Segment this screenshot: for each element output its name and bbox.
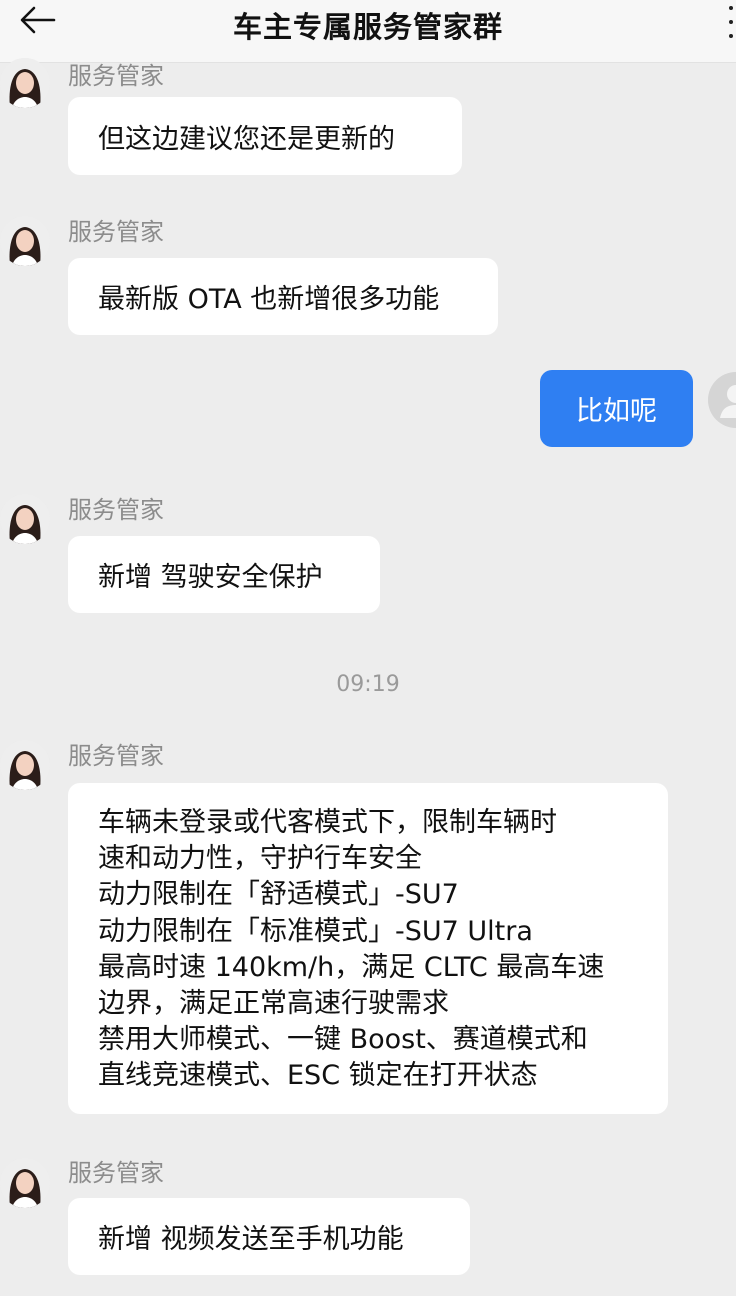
more-vertical-icon[interactable]	[726, 6, 736, 38]
message-line: 禁用大师模式、一键 Boost、赛道模式和	[98, 1024, 588, 1056]
sender-name: 服务管家	[68, 218, 164, 246]
chat-title: 车主专属服务管家群	[232, 10, 503, 44]
timestamp: 09:19	[336, 672, 400, 697]
sender-name: 服务管家	[68, 742, 164, 770]
message-line: 动力限制在「标准模式」-SU7 Ultra	[98, 915, 533, 947]
message-bubble[interactable]: 最新版 OTA 也新增很多功能	[68, 258, 498, 335]
avatar[interactable]	[0, 58, 50, 108]
message-line: 车辆未登录或代客模式下，限制车辆时	[98, 807, 557, 838]
message-line: 速和动力性，守护行车安全	[98, 843, 422, 875]
avatar[interactable]	[0, 216, 50, 266]
message-bubble[interactable]: 新增 视频发送至手机功能	[68, 1198, 470, 1275]
sender-name: 服务管家	[68, 1159, 164, 1187]
message-line: 直线竞速模式、ESC 锁定在打开状态	[98, 1060, 538, 1092]
chat-header: 车主专属服务管家群	[0, 0, 736, 63]
message-bubble[interactable]: 车辆未登录或代客模式下，限制车辆时 速和动力性，守护行车安全 动力限制在「舒适模…	[68, 783, 668, 1114]
sender-name: 服务管家	[68, 62, 164, 90]
sender-name: 服务管家	[68, 496, 164, 524]
avatar[interactable]	[0, 494, 50, 544]
message-line: 最高时速 140km/h，满足 CLTC 最高车速	[98, 951, 605, 983]
message-line: 动力限制在「舒适模式」-SU7	[98, 879, 459, 911]
message-bubble[interactable]: 但这边建议您还是更新的	[68, 97, 462, 175]
avatar[interactable]	[0, 740, 50, 790]
message-bubble[interactable]: 新增 驾驶安全保护	[68, 536, 380, 613]
message-line: 边界，满足正常高速行驶需求	[98, 988, 449, 1020]
outgoing-message-bubble[interactable]: 比如呢	[540, 370, 693, 447]
avatar[interactable]	[0, 1158, 50, 1208]
my-avatar[interactable]	[708, 372, 736, 428]
